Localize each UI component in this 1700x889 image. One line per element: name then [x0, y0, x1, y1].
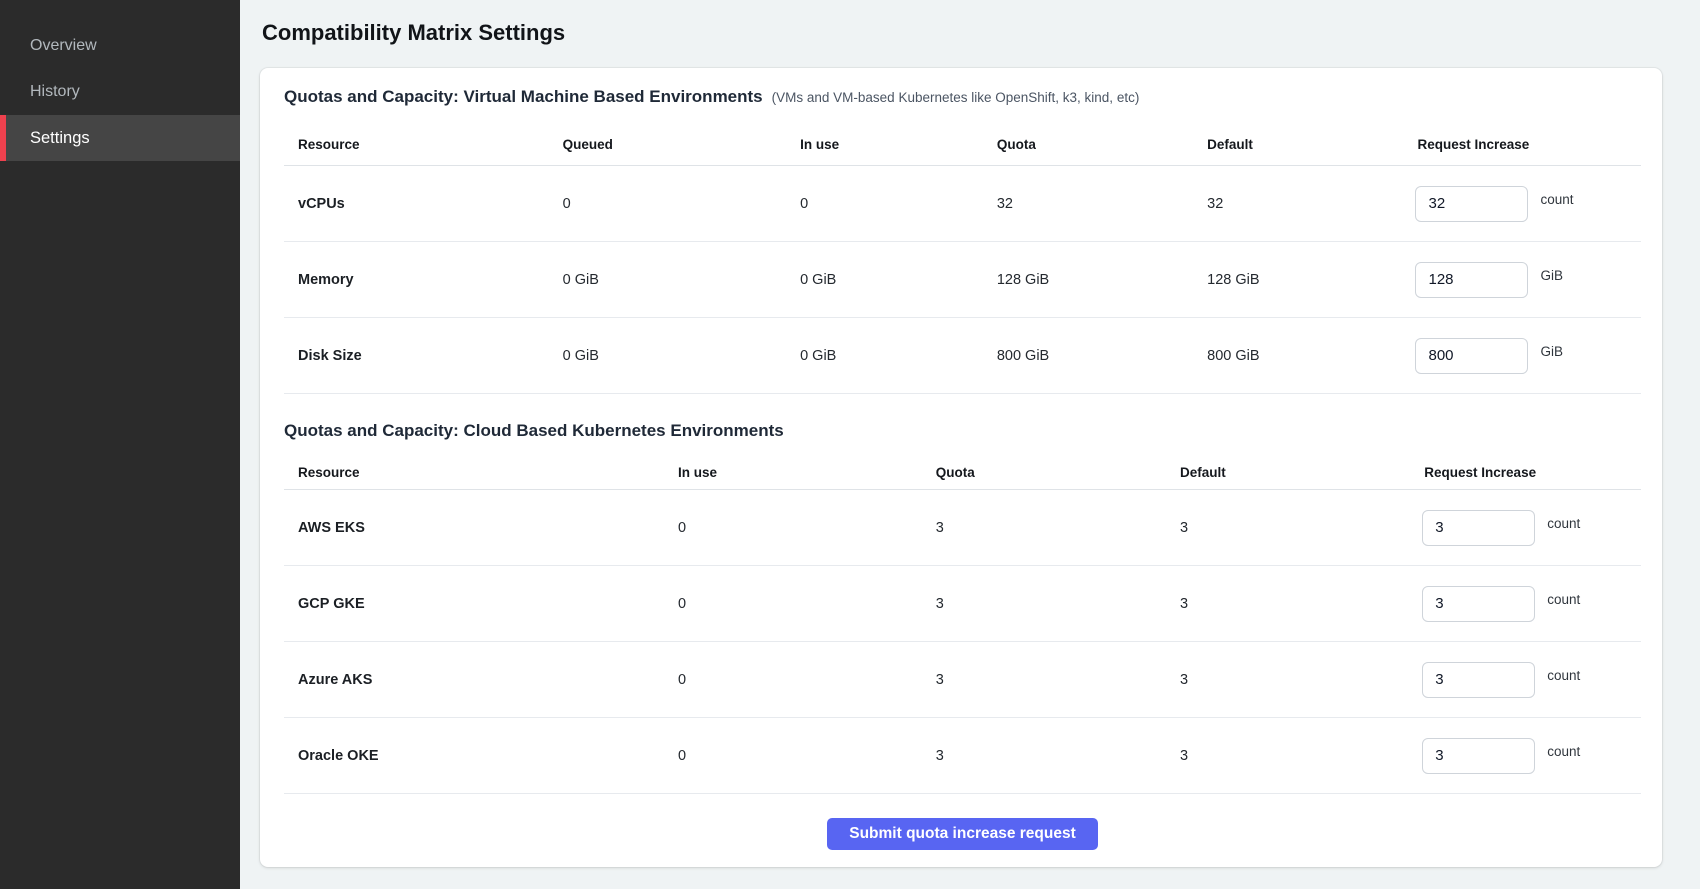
unit-label: count [1547, 516, 1580, 531]
vm-table-header: Resource Queued In use Quota Default Req… [284, 124, 1641, 166]
cloud-col-request-increase: Request Increase [1410, 465, 1641, 480]
resource-label: Azure AKS [284, 672, 664, 688]
resource-label: GCP GKE [284, 596, 664, 612]
submit-quota-increase-button[interactable]: Submit quota increase request [827, 818, 1098, 850]
resource-label: Oracle OKE [284, 748, 664, 764]
unit-label: count [1540, 192, 1573, 207]
quota-value: 3 [922, 672, 1166, 688]
table-row-aws-eks: AWS EKS 0 3 3 count [284, 490, 1641, 566]
sidebar-item-history[interactable]: History [0, 69, 240, 115]
gcp-gke-request-input[interactable] [1422, 586, 1535, 622]
quota-value: 3 [922, 520, 1166, 536]
cloud-section-header: Quotas and Capacity: Cloud Based Kuberne… [284, 420, 1641, 442]
resource-label: AWS EKS [284, 520, 664, 536]
resource-label: Memory [284, 272, 549, 288]
table-row-azure-aks: Azure AKS 0 3 3 count [284, 642, 1641, 718]
default-value: 32 [1193, 196, 1403, 212]
vm-col-in-use: In use [786, 137, 983, 152]
quota-value: 3 [922, 596, 1166, 612]
queued-value: 0 GiB [549, 348, 786, 364]
table-row-memory: Memory 0 GiB 0 GiB 128 GiB 128 GiB GiB [284, 242, 1641, 318]
cloud-col-resource: Resource [284, 465, 664, 480]
quota-value: 800 GiB [983, 348, 1193, 364]
sidebar-item-overview-label: Overview [30, 37, 97, 55]
quota-value: 32 [983, 196, 1193, 212]
in-use-value: 0 [664, 748, 922, 764]
quota-value: 128 GiB [983, 272, 1193, 288]
sidebar-item-history-label: History [30, 83, 80, 101]
in-use-value: 0 [786, 196, 983, 212]
cloud-col-default: Default [1166, 465, 1410, 480]
submit-row: Submit quota increase request [284, 794, 1641, 850]
aws-eks-request-input[interactable] [1422, 510, 1535, 546]
page-title: Compatibility Matrix Settings [262, 19, 1662, 47]
cloud-col-in-use: In use [664, 465, 922, 480]
memory-request-input[interactable] [1415, 262, 1528, 298]
in-use-value: 0 [664, 520, 922, 536]
disk-size-request-input[interactable] [1415, 338, 1528, 374]
vm-col-queued: Queued [549, 137, 786, 152]
default-value: 800 GiB [1193, 348, 1403, 364]
settings-card: Quotas and Capacity: Virtual Machine Bas… [260, 68, 1662, 867]
vcpus-request-input[interactable] [1415, 186, 1528, 222]
cloud-section-title: Quotas and Capacity: Cloud Based Kuberne… [284, 420, 784, 442]
unit-label: GiB [1540, 344, 1563, 359]
vm-col-default: Default [1193, 137, 1403, 152]
table-row-gcp-gke: GCP GKE 0 3 3 count [284, 566, 1641, 642]
vm-section-subtitle: (VMs and VM-based Kubernetes like OpenSh… [772, 90, 1140, 105]
sidebar-item-overview[interactable]: Overview [0, 23, 240, 69]
main-content: Compatibility Matrix Settings Quotas and… [240, 0, 1700, 889]
table-row-disk-size: Disk Size 0 GiB 0 GiB 800 GiB 800 GiB Gi… [284, 318, 1641, 394]
vm-col-quota: Quota [983, 137, 1193, 152]
vm-col-request-increase: Request Increase [1403, 137, 1641, 152]
queued-value: 0 GiB [549, 272, 786, 288]
oracle-oke-request-input[interactable] [1422, 738, 1535, 774]
resource-label: vCPUs [284, 196, 549, 212]
vm-section-title: Quotas and Capacity: Virtual Machine Bas… [284, 86, 763, 108]
in-use-value: 0 [664, 596, 922, 612]
resource-label: Disk Size [284, 348, 549, 364]
sidebar-item-settings[interactable]: Settings [0, 115, 240, 161]
sidebar-item-settings-label: Settings [30, 129, 90, 148]
table-row-vcpus: vCPUs 0 0 32 32 count [284, 166, 1641, 242]
cloud-table-header: Resource In use Quota Default Request In… [284, 456, 1641, 490]
cloud-col-quota: Quota [922, 465, 1166, 480]
unit-label: count [1547, 668, 1580, 683]
table-row-oracle-oke: Oracle OKE 0 3 3 count [284, 718, 1641, 794]
in-use-value: 0 GiB [786, 348, 983, 364]
default-value: 3 [1166, 596, 1410, 612]
queued-value: 0 [549, 196, 786, 212]
sidebar: Overview History Settings [0, 0, 240, 889]
quota-value: 3 [922, 748, 1166, 764]
unit-label: count [1547, 744, 1580, 759]
vm-section-header: Quotas and Capacity: Virtual Machine Bas… [284, 86, 1641, 108]
azure-aks-request-input[interactable] [1422, 662, 1535, 698]
default-value: 3 [1166, 748, 1410, 764]
in-use-value: 0 [664, 672, 922, 688]
unit-label: GiB [1540, 268, 1563, 283]
default-value: 3 [1166, 520, 1410, 536]
vm-col-resource: Resource [284, 137, 549, 152]
app-window: Overview History Settings Compatibility … [0, 0, 1700, 889]
default-value: 128 GiB [1193, 272, 1403, 288]
in-use-value: 0 GiB [786, 272, 983, 288]
unit-label: count [1547, 592, 1580, 607]
default-value: 3 [1166, 672, 1410, 688]
